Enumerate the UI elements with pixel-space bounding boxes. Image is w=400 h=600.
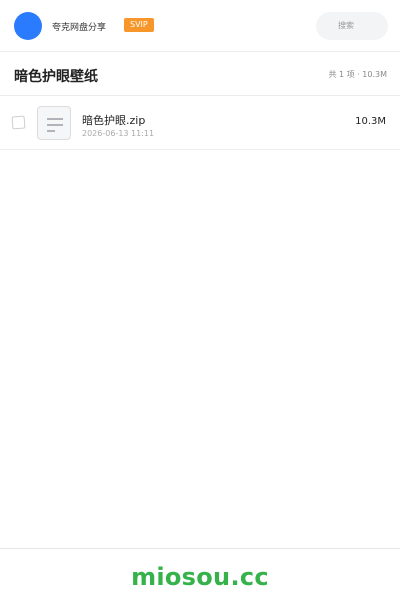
user-name[interactable]: 夸克网盘分享 <box>52 20 106 33</box>
page-title: 暗色护眼壁纸 <box>14 69 98 85</box>
file-date: 2026-06-13 11:11 <box>82 129 155 138</box>
file-checkbox[interactable] <box>11 115 26 130</box>
share-page: 夸克网盘分享 SVIP 搜索 暗色护眼壁纸 共 1 项 · 10.3M 暗色护眼… <box>0 0 400 600</box>
share-title-bar: 暗色护眼壁纸 共 1 项 · 10.3M <box>0 52 400 96</box>
search-input[interactable]: 搜索 <box>316 12 388 40</box>
search-placeholder: 搜索 <box>338 21 354 30</box>
archive-file-icon <box>37 106 71 140</box>
vip-badge: SVIP <box>124 18 154 32</box>
file-name[interactable]: 暗色护眼.zip <box>82 112 145 128</box>
footer: miosou.cc <box>0 548 400 600</box>
file-size: 10.3M <box>355 116 386 127</box>
share-summary: 共 1 项 · 10.3M <box>328 70 387 79</box>
header: 夸克网盘分享 SVIP 搜索 <box>0 0 400 52</box>
file-row[interactable]: 暗色护眼.zip 2026-06-13 11:11 10.3M <box>0 96 400 150</box>
footer-brand-logo: miosou.cc <box>131 563 269 591</box>
avatar[interactable] <box>14 12 42 40</box>
